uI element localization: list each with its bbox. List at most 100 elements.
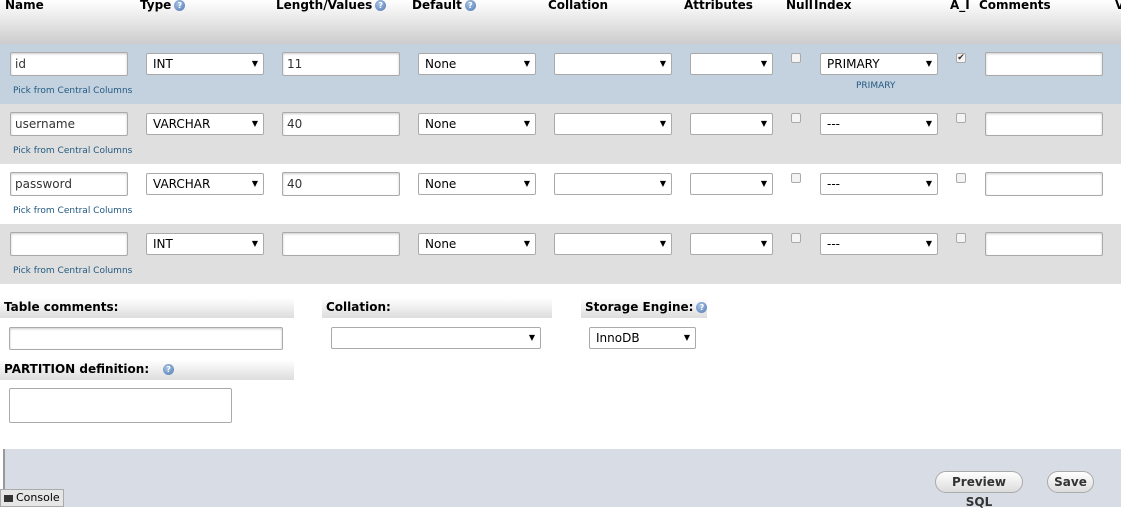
type-select[interactable]: VARCHAR ▼ [146, 113, 264, 135]
pick-central-columns-link[interactable]: Pick from Central Columns [13, 146, 132, 156]
chevron-down-icon: ▼ [523, 239, 530, 248]
help-icon[interactable]: ? [163, 364, 175, 375]
header-comments: Comments [979, 0, 1051, 12]
collation-label: Collation: [322, 298, 552, 318]
partition-definition-textarea[interactable] [9, 388, 232, 423]
chevron-down-icon: ▼ [659, 59, 666, 68]
chevron-down-icon: ▼ [925, 239, 932, 248]
table-row: id Pick from Central Columns INT ▼ 11 Non… [0, 44, 1121, 104]
null-checkbox[interactable] [791, 113, 801, 123]
chevron-down-icon: ▼ [760, 179, 767, 188]
collation-select[interactable]: ▼ [554, 173, 672, 195]
storage-engine-header: Storage Engine:? [581, 298, 708, 318]
header-type: Type? [140, 0, 186, 12]
column-name-input[interactable]: password [10, 172, 128, 196]
default-select[interactable]: None ▼ [418, 233, 536, 255]
header-length: Length/Values? [276, 0, 387, 12]
ai-checkbox[interactable]: ✔ [956, 53, 966, 63]
save-button[interactable]: Save [1047, 471, 1094, 493]
collation-select[interactable]: ▼ [554, 113, 672, 135]
chevron-down-icon: ▼ [251, 59, 258, 68]
chevron-down-icon: ▼ [659, 119, 666, 128]
storage-engine-select[interactable]: InnoDB ▼ [589, 327, 696, 349]
attributes-select[interactable]: ▼ [690, 53, 773, 75]
partition-definition-header: PARTITION definition:? [0, 360, 294, 380]
column-name-input[interactable]: username [10, 112, 128, 136]
ai-checkbox[interactable] [956, 233, 966, 243]
default-select[interactable]: None ▼ [418, 53, 536, 75]
length-input[interactable]: 40 [282, 172, 400, 196]
table-comments-label: Table comments: [0, 298, 294, 318]
footer-bar: Preview SQL Save [3, 449, 1121, 509]
header-virtuality: V [1115, 0, 1121, 12]
comments-input[interactable] [985, 172, 1103, 196]
pick-central-columns-link[interactable]: Pick from Central Columns [13, 266, 132, 276]
help-icon[interactable]: ? [174, 0, 186, 11]
header-default: Default? [412, 0, 476, 12]
chevron-down-icon: ▼ [251, 239, 258, 248]
length-input[interactable]: 40 [282, 112, 400, 136]
chevron-down-icon: ▼ [659, 179, 666, 188]
chevron-down-icon: ▼ [251, 119, 258, 128]
default-select[interactable]: None ▼ [418, 173, 536, 195]
chevron-down-icon: ▼ [523, 179, 530, 188]
table-comments-input[interactable] [9, 327, 283, 350]
header-index: Index [814, 0, 852, 12]
chevron-down-icon: ▼ [925, 119, 932, 128]
chevron-down-icon: ▼ [925, 59, 932, 68]
index-select[interactable]: --- ▼ [820, 113, 938, 135]
console-toggle[interactable]: Console [0, 489, 64, 507]
default-select[interactable]: None ▼ [418, 113, 536, 135]
index-select[interactable]: PRIMARY ▼ [820, 53, 938, 75]
column-name-input[interactable]: id [10, 52, 128, 76]
chevron-down-icon: ▼ [659, 239, 666, 248]
comments-input[interactable] [985, 232, 1103, 256]
length-input[interactable]: 11 [282, 52, 400, 76]
attributes-select[interactable]: ▼ [690, 113, 773, 135]
null-checkbox[interactable] [791, 173, 801, 183]
ai-checkbox[interactable] [956, 113, 966, 123]
table-collation-select[interactable]: ▼ [331, 327, 541, 349]
column-header-bar: Name Type? Length/Values? Default? Colla… [0, 0, 1121, 44]
chevron-down-icon: ▼ [528, 333, 535, 342]
collation-select[interactable]: ▼ [554, 233, 672, 255]
pick-central-columns-link[interactable]: Pick from Central Columns [13, 86, 132, 96]
ai-checkbox[interactable] [956, 173, 966, 183]
chevron-down-icon: ▼ [760, 119, 767, 128]
comments-input[interactable] [985, 112, 1103, 136]
header-name: Name [5, 0, 44, 12]
type-select[interactable]: INT ▼ [146, 233, 264, 255]
comments-input[interactable] [985, 52, 1103, 76]
help-icon[interactable]: ? [464, 0, 476, 11]
index-select[interactable]: --- ▼ [820, 173, 938, 195]
chevron-down-icon: ▼ [523, 119, 530, 128]
chevron-down-icon: ▼ [523, 59, 530, 68]
help-icon[interactable]: ? [696, 302, 708, 313]
collation-select[interactable]: ▼ [554, 53, 672, 75]
chevron-down-icon: ▼ [925, 179, 932, 188]
null-checkbox[interactable] [791, 53, 801, 63]
chevron-down-icon: ▼ [683, 333, 690, 342]
preview-sql-button[interactable]: Preview SQL [935, 471, 1023, 509]
header-ai: A_I [950, 0, 970, 12]
column-name-input[interactable] [10, 232, 128, 256]
chevron-down-icon: ▼ [760, 239, 767, 248]
index-label: PRIMARY [856, 81, 896, 91]
header-null: Null [786, 0, 813, 12]
length-input[interactable] [282, 232, 400, 256]
help-icon[interactable]: ? [375, 0, 387, 11]
console-icon [4, 494, 13, 502]
index-select[interactable]: --- ▼ [820, 233, 938, 255]
attributes-select[interactable]: ▼ [690, 173, 773, 195]
table-row: username Pick from Central Columns VARCH… [0, 104, 1121, 164]
table-row: password Pick from Central Columns VARCH… [0, 164, 1121, 224]
header-collation: Collation [548, 0, 609, 12]
type-select[interactable]: VARCHAR ▼ [146, 173, 264, 195]
type-select[interactable]: INT ▼ [146, 53, 264, 75]
chevron-down-icon: ▼ [760, 59, 767, 68]
attributes-select[interactable]: ▼ [690, 233, 773, 255]
header-attributes: Attributes [684, 0, 753, 12]
pick-central-columns-link[interactable]: Pick from Central Columns [13, 206, 132, 216]
chevron-down-icon: ▼ [251, 179, 258, 188]
null-checkbox[interactable] [791, 233, 801, 243]
